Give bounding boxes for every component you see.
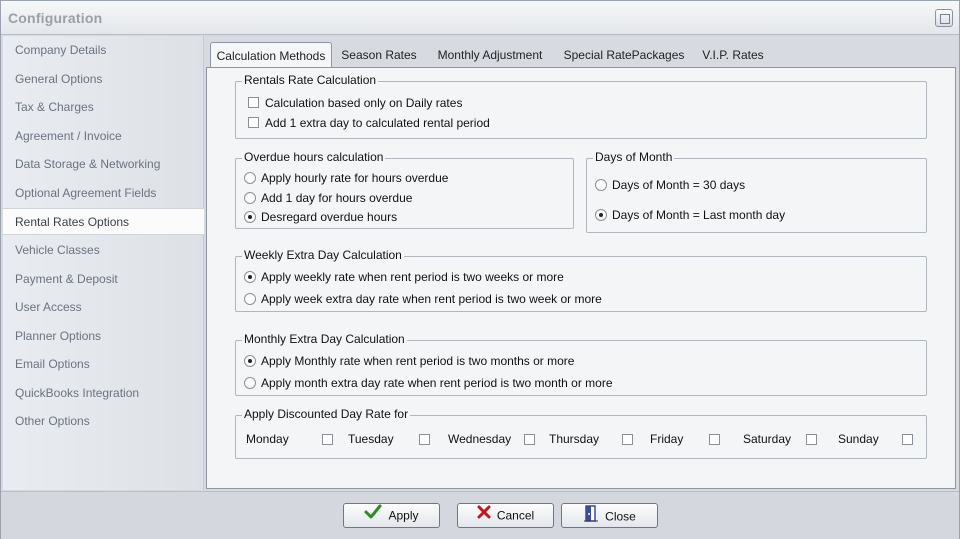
- monday-label: Monday: [246, 432, 289, 446]
- last-month-day-radio[interactable]: Days of Month = Last month day: [595, 207, 785, 223]
- title-bar: Configuration: [1, 1, 959, 35]
- rentals-rate-title: Rentals Rate Calculation: [242, 73, 379, 87]
- sidebar-item-agreement-invoice[interactable]: Agreement / Invoice: [3, 123, 204, 150]
- month-extra-day-radio[interactable]: Apply month extra day rate when rent per…: [244, 375, 613, 391]
- last-month-day-label: Days of Month = Last month day: [612, 208, 786, 222]
- days-of-month-group: Days of Month Days of Month = 30 days Da…: [586, 150, 927, 233]
- tab-season-rates[interactable]: Season Rates: [338, 42, 420, 68]
- sidebar-item-user-access[interactable]: User Access: [3, 294, 204, 321]
- friday-label: Friday: [650, 432, 684, 446]
- sidebar-item-rental-rates[interactable]: Rental Rates Options: [3, 208, 204, 235]
- daily-rates-label: Calculation based only on Daily rates: [265, 96, 463, 110]
- extra-day-checkbox[interactable]: Add 1 extra day to calculated rental per…: [248, 115, 490, 131]
- discounted-day-group: Apply Discounted Day Rate for Monday Tue…: [235, 407, 927, 459]
- sidebar-item-data-storage[interactable]: Data Storage & Networking: [3, 151, 204, 178]
- close-label: Close: [605, 509, 636, 524]
- weekly-extra-day-group: Weekly Extra Day Calculation Apply weekl…: [235, 248, 927, 312]
- tuesday-checkbox[interactable]: [419, 434, 430, 445]
- thursday-checkbox[interactable]: [622, 434, 633, 445]
- sidebar-item-email-options[interactable]: Email Options: [3, 351, 204, 378]
- days-of-month-title: Days of Month: [593, 150, 675, 164]
- sidebar-item-general-options[interactable]: General Options: [3, 66, 204, 93]
- thursday-label: Thursday: [549, 432, 600, 446]
- radio-circle[interactable]: [244, 377, 256, 389]
- tab-calculation-methods[interactable]: Calculation Methods: [210, 42, 332, 69]
- daily-rates-checkbox[interactable]: Calculation based only on Daily rates: [248, 95, 462, 111]
- add-day-radio[interactable]: Add 1 day for hours overdue: [244, 190, 412, 206]
- saturday-checkbox[interactable]: [806, 434, 817, 445]
- radio-circle-selected[interactable]: [244, 271, 256, 283]
- hourly-rate-label: Apply hourly rate for hours overdue: [261, 171, 449, 185]
- sidebar: Company Details General Options Tax & Ch…: [3, 36, 204, 490]
- sidebar-item-quickbooks[interactable]: QuickBooks Integration: [3, 380, 204, 407]
- wednesday-checkbox[interactable]: [524, 434, 535, 445]
- disregard-overdue-radio[interactable]: Desregard overdue hours: [244, 209, 397, 225]
- radio-circle[interactable]: [244, 172, 256, 184]
- tab-vip-rates[interactable]: V.I.P. Rates: [697, 42, 769, 68]
- tab-special-rate-packages[interactable]: Special RatePackages: [560, 42, 688, 68]
- week-extra-day-radio[interactable]: Apply week extra day rate when rent peri…: [244, 291, 602, 307]
- week-extra-day-label: Apply week extra day rate when rent peri…: [261, 292, 602, 306]
- tab-monthly-adjustment[interactable]: Monthly Adjustment: [430, 42, 550, 68]
- friday-checkbox[interactable]: [709, 434, 720, 445]
- sidebar-item-planner-options[interactable]: Planner Options: [3, 323, 204, 350]
- monthly-extra-day-title: Monthly Extra Day Calculation: [242, 332, 407, 346]
- restore-icon[interactable]: [935, 9, 953, 27]
- extra-day-label: Add 1 extra day to calculated rental per…: [265, 116, 490, 130]
- monthly-rate-label: Apply Monthly rate when rent period is t…: [261, 354, 575, 368]
- weekly-rate-label: Apply weekly rate when rent period is tw…: [261, 270, 564, 284]
- radio-circle-selected[interactable]: [244, 355, 256, 367]
- apply-label: Apply: [388, 508, 419, 523]
- monday-checkbox[interactable]: [322, 434, 333, 445]
- tab-strip: Calculation Methods Season Rates Monthly…: [208, 42, 956, 69]
- radio-circle[interactable]: [595, 179, 607, 191]
- sidebar-item-optional-fields[interactable]: Optional Agreement Fields: [3, 180, 204, 207]
- checkbox-box[interactable]: [248, 97, 259, 108]
- sidebar-item-tax-charges[interactable]: Tax & Charges: [3, 94, 204, 121]
- wednesday-label: Wednesday: [448, 432, 512, 446]
- radio-circle[interactable]: [244, 192, 256, 204]
- weekly-rate-radio[interactable]: Apply weekly rate when rent period is tw…: [244, 269, 564, 285]
- cancel-button[interactable]: Cancel: [457, 503, 554, 528]
- close-button[interactable]: Close: [561, 503, 658, 528]
- days-30-radio[interactable]: Days of Month = 30 days: [595, 177, 745, 193]
- monthly-rate-radio[interactable]: Apply Monthly rate when rent period is t…: [244, 353, 574, 369]
- sunday-checkbox[interactable]: [902, 434, 913, 445]
- apply-button[interactable]: Apply: [343, 503, 440, 528]
- tuesday-label: Tuesday: [348, 432, 394, 446]
- rentals-rate-group: Rentals Rate Calculation Calculation bas…: [235, 73, 927, 139]
- radio-circle-selected[interactable]: [595, 209, 607, 221]
- days-30-label: Days of Month = 30 days: [612, 178, 746, 192]
- month-extra-day-label: Apply month extra day rate when rent per…: [261, 376, 613, 390]
- check-icon: [364, 504, 382, 528]
- monthly-extra-day-group: Monthly Extra Day Calculation Apply Mont…: [235, 332, 927, 396]
- disregard-overdue-label: Desregard overdue hours: [261, 210, 398, 224]
- hourly-rate-radio[interactable]: Apply hourly rate for hours overdue: [244, 170, 448, 186]
- overdue-hours-group: Overdue hours calculation Apply hourly r…: [235, 150, 574, 229]
- overdue-hours-title: Overdue hours calculation: [242, 150, 386, 164]
- configuration-window: Configuration Company Details General Op…: [0, 0, 960, 539]
- cancel-label: Cancel: [496, 508, 535, 523]
- dialog-footer: Apply Cancel Close: [1, 491, 959, 539]
- sidebar-item-vehicle-classes[interactable]: Vehicle Classes: [3, 237, 204, 264]
- sidebar-item-payment-deposit[interactable]: Payment & Deposit: [3, 266, 204, 293]
- sidebar-item-company-details[interactable]: Company Details: [3, 37, 204, 64]
- window-title: Configuration: [8, 10, 103, 26]
- door-exit-icon: [583, 504, 599, 530]
- calculation-methods-panel: Rentals Rate Calculation Calculation bas…: [206, 67, 956, 489]
- add-day-label: Add 1 day for hours overdue: [261, 191, 413, 205]
- weekly-extra-day-title: Weekly Extra Day Calculation: [242, 248, 404, 262]
- discounted-day-title: Apply Discounted Day Rate for: [242, 407, 411, 421]
- radio-circle[interactable]: [244, 293, 256, 305]
- checkbox-box[interactable]: [248, 117, 259, 128]
- radio-circle-selected[interactable]: [244, 211, 256, 223]
- x-icon: [477, 504, 491, 527]
- sidebar-item-other-options[interactable]: Other Options: [3, 408, 204, 435]
- saturday-label: Saturday: [743, 432, 792, 446]
- sunday-label: Sunday: [838, 432, 879, 446]
